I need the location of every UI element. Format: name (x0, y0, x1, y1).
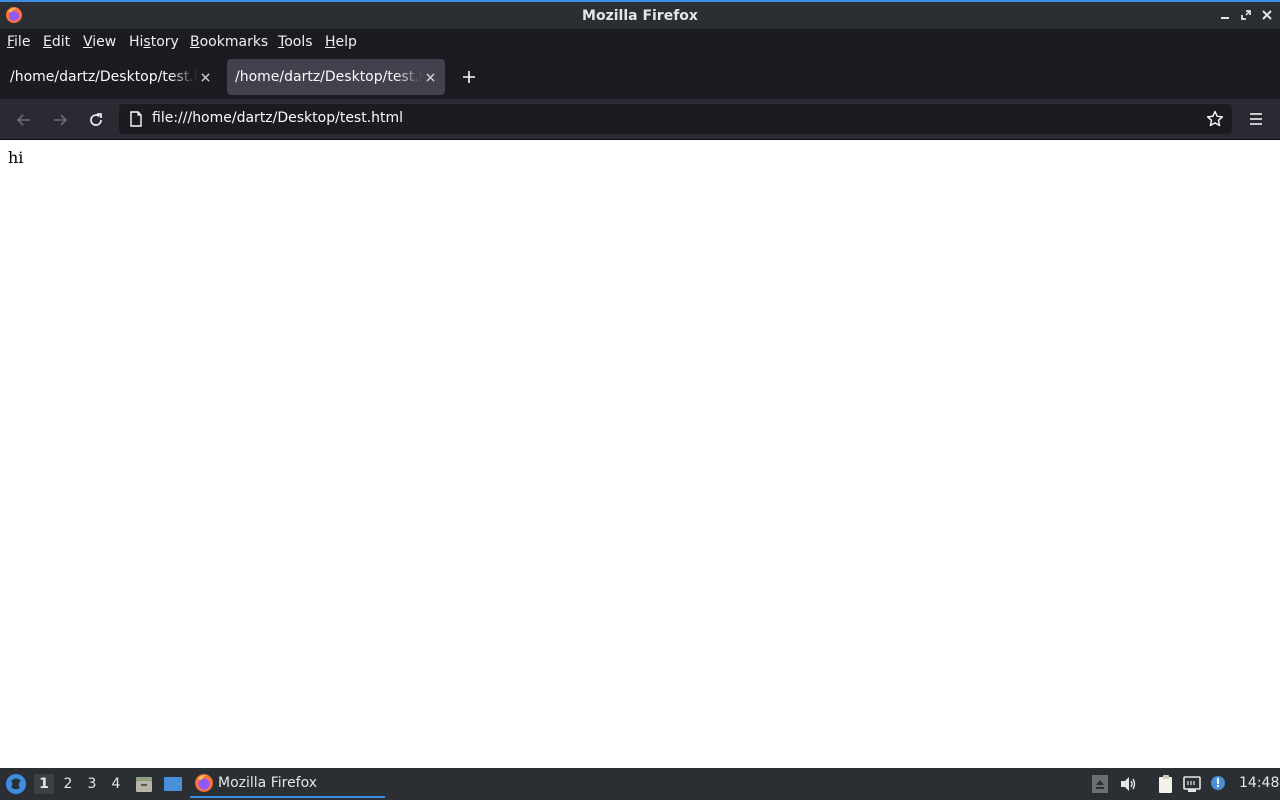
close-icon[interactable] (1258, 6, 1276, 24)
network-icon[interactable] (1182, 774, 1202, 794)
taskbar: 1 2 3 4 Mozilla Firefox 14:48 (0, 768, 1280, 800)
window-titlebar[interactable]: Mozilla Firefox (0, 0, 1280, 29)
menu-tools[interactable]: Tools (278, 33, 313, 51)
firefox-icon (6, 7, 22, 23)
workspace-2[interactable]: 2 (58, 774, 78, 794)
reload-icon[interactable] (84, 108, 108, 132)
tab-close-icon[interactable] (196, 68, 214, 86)
notification-icon[interactable] (1208, 774, 1228, 794)
clipboard-icon[interactable] (1156, 774, 1176, 794)
url-text[interactable]: file:///home/dartz/Desktop/test.html (152, 110, 403, 126)
taskbar-task-firefox[interactable]: Mozilla Firefox (190, 770, 385, 798)
firefox-icon (195, 774, 213, 792)
address-bar[interactable]: file:///home/dartz/Desktop/test.html (119, 104, 1232, 134)
tab-2[interactable]: /home/dartz/Desktop/test.html (227, 59, 445, 95)
back-arrow-icon[interactable] (12, 108, 36, 132)
menu-file[interactable]: File (7, 33, 30, 51)
volume-icon[interactable] (1118, 774, 1138, 794)
page-body-text: hi (8, 148, 24, 167)
menu-history[interactable]: History (129, 33, 179, 51)
workspace-3[interactable]: 3 (82, 774, 102, 794)
forward-arrow-icon[interactable] (48, 108, 72, 132)
menu-view[interactable]: View (83, 33, 116, 51)
tab-close-icon[interactable] (421, 68, 439, 86)
menu-bookmarks[interactable]: Bookmarks (190, 33, 268, 51)
taskbar-task-label: Mozilla Firefox (218, 775, 318, 791)
bookmark-star-icon[interactable] (1206, 110, 1224, 128)
page-content: hi (0, 140, 1280, 768)
tab-strip: /home/dartz/Desktop/test.html /home/dart… (0, 55, 1280, 99)
tab-label: /home/dartz/Desktop/test.html (235, 69, 423, 85)
window-title: Mozilla Firefox (582, 7, 698, 24)
page-icon[interactable] (128, 111, 144, 127)
workspace-4[interactable]: 4 (106, 774, 126, 794)
plus-icon[interactable] (458, 66, 480, 88)
tab-label: /home/dartz/Desktop/test.html (10, 69, 198, 85)
menu-bar: File Edit View History Bookmarks Tools H… (0, 29, 1280, 55)
clock: 14:48 (1239, 775, 1280, 791)
hamburger-menu-icon[interactable] (1245, 108, 1267, 130)
desktop-icon[interactable] (163, 774, 183, 794)
minimize-icon[interactable] (1216, 6, 1234, 24)
workspace-1[interactable]: 1 (34, 774, 54, 794)
menu-help[interactable]: Help (325, 33, 357, 51)
start-menu-icon[interactable] (5, 773, 27, 795)
menu-edit[interactable]: Edit (43, 33, 70, 51)
maximize-icon[interactable] (1237, 6, 1255, 24)
tab-1[interactable]: /home/dartz/Desktop/test.html (2, 59, 220, 95)
file-manager-icon[interactable] (134, 774, 154, 794)
eject-icon[interactable] (1090, 774, 1110, 794)
